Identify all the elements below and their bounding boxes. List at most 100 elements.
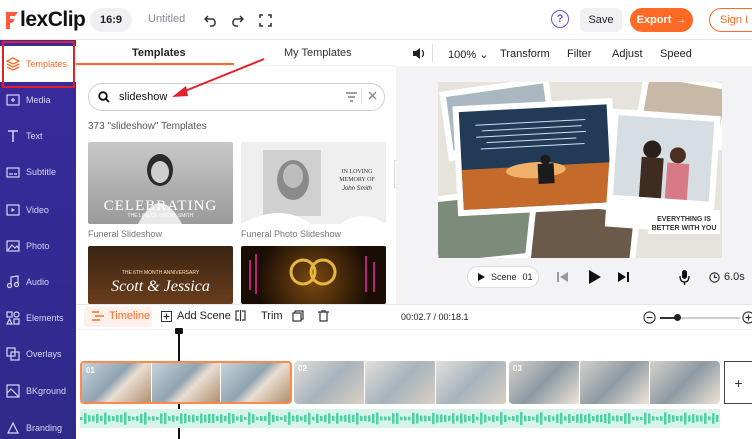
plus-square-icon	[161, 310, 172, 322]
waveform-bar	[616, 415, 619, 422]
sidebar-item-overlays[interactable]: Overlays	[0, 336, 76, 372]
delete-icon[interactable]	[318, 310, 329, 322]
template-card[interactable]	[241, 246, 386, 304]
audio-icon	[6, 275, 20, 289]
scene-clip[interactable]: 02	[294, 361, 507, 404]
speed-button[interactable]: Speed	[660, 48, 692, 60]
trim-button[interactable]: Trim	[261, 310, 283, 322]
sidebar-item-label: Overlays	[26, 349, 62, 359]
waveform-bar	[264, 415, 267, 422]
waveform-bar	[240, 415, 243, 422]
play-pause-icon[interactable]	[589, 270, 601, 287]
template-card[interactable]: IN LOVING MEMORY OF John Smith	[241, 142, 386, 224]
sidebar-item-subtitle[interactable]: Subtitle	[0, 154, 76, 190]
clock-icon	[709, 271, 720, 283]
timeline-label: Timeline	[109, 310, 151, 322]
waveform-bar	[704, 413, 707, 424]
waveform-bar	[140, 413, 143, 424]
video-canvas[interactable]: EVERYTHING IS BETTER WITH YOU	[438, 82, 722, 258]
zoom-out-icon[interactable]	[643, 311, 656, 327]
sidebar-item-audio[interactable]: Audio	[0, 264, 76, 300]
sidebar-item-photo[interactable]: Photo	[0, 228, 76, 264]
sidebar-item-label: Subtitle	[26, 167, 57, 177]
clip-frame: 02	[294, 361, 364, 404]
waveform-bar	[432, 412, 435, 425]
filter-icon[interactable]	[346, 92, 357, 105]
zoom-slider-handle[interactable]	[674, 314, 681, 321]
sidebar-item-video[interactable]: Video	[0, 192, 76, 228]
volume-icon[interactable]	[412, 47, 426, 63]
waveform-bar	[292, 415, 295, 422]
scene-clip[interactable]: 01	[80, 361, 292, 404]
clip-number: 02	[298, 364, 307, 373]
previous-icon[interactable]	[557, 272, 568, 285]
undo-icon[interactable]	[202, 11, 220, 29]
scene-selector[interactable]: Scene 01	[467, 266, 539, 288]
waveform-bar	[192, 414, 195, 423]
waveform-bar	[532, 416, 535, 421]
aspect-ratio-button[interactable]: 16:9	[90, 8, 132, 32]
waveform-bar	[144, 412, 147, 425]
waveform-bar	[348, 414, 351, 423]
filter-button[interactable]: Filter	[567, 48, 591, 60]
waveform-bar	[452, 413, 455, 424]
save-button[interactable]: Save	[580, 8, 622, 32]
waveform-bar	[592, 415, 595, 422]
waveform-bar	[220, 414, 223, 423]
transform-button[interactable]: Transform	[500, 48, 550, 60]
waveform-bar	[316, 413, 319, 424]
scene-clip[interactable]: 03	[509, 361, 720, 404]
sidebar-item-label: Photo	[26, 241, 50, 251]
export-button[interactable]: Export →	[630, 8, 693, 32]
waveform-bar	[288, 412, 291, 425]
playhead-handle[interactable]	[175, 328, 183, 334]
waveform-bar	[392, 413, 395, 424]
next-icon[interactable]	[618, 272, 629, 285]
scene-duration[interactable]: 6.0s	[709, 271, 745, 283]
waveform-bar	[168, 416, 171, 421]
waveform-bar	[680, 415, 683, 422]
add-clip-button[interactable]: +	[724, 361, 752, 404]
timeline-button[interactable]: Timeline	[92, 310, 150, 322]
duplicate-icon[interactable]	[292, 310, 304, 322]
waveform-bar	[492, 414, 495, 423]
waveform-bar	[424, 415, 427, 422]
waveform-bar	[80, 417, 83, 420]
microphone-icon[interactable]	[679, 270, 690, 288]
sidebar-item-elements[interactable]: Elements	[0, 300, 76, 336]
sidebar-item-bkground[interactable]: BKground	[0, 373, 76, 409]
template-card[interactable]: THE 6TH MONTH ANNIVERSARY Scott & Jessic…	[88, 246, 233, 304]
sign-in-button[interactable]: Sign I	[709, 8, 752, 32]
add-scene-button[interactable]: Add Scene	[161, 310, 231, 322]
waveform-bar	[712, 413, 715, 424]
card-overlay-subtitle: John Smith	[341, 186, 372, 192]
waveform-bar	[600, 414, 603, 423]
fullscreen-icon[interactable]	[256, 11, 274, 29]
waveform-bar	[588, 413, 591, 424]
project-name[interactable]: Untitled	[148, 13, 185, 25]
help-icon[interactable]: ?	[551, 10, 569, 28]
card-overlay-title: Scott & Jessica	[111, 278, 210, 295]
zoom-select[interactable]: 100% ⌄	[448, 48, 488, 61]
waveform-bar	[380, 416, 383, 421]
flexclip-logo[interactable]: lexClip	[4, 7, 86, 33]
sidebar-item-text[interactable]: Text	[0, 118, 76, 154]
sidebar-item-branding[interactable]: Branding	[0, 410, 76, 439]
waveform-bar	[308, 412, 311, 425]
waveform-bar	[300, 416, 303, 421]
clear-search-icon[interactable]	[368, 91, 377, 103]
waveform-bar	[652, 416, 655, 421]
waveform-bar	[132, 416, 135, 421]
split-button[interactable]	[235, 310, 246, 321]
audio-track[interactable]	[80, 409, 720, 428]
redo-icon[interactable]	[228, 11, 246, 29]
template-card[interactable]: CELEBRATING THE LIFE OF HARRY SMITH	[88, 142, 233, 224]
waveform-bar	[228, 413, 231, 424]
zoom-in-icon[interactable]	[742, 311, 752, 327]
waveform-bar	[528, 415, 531, 422]
waveform-bar	[340, 415, 343, 422]
adjust-button[interactable]: Adjust	[612, 48, 643, 60]
tab-my-templates[interactable]: My Templates	[284, 47, 352, 59]
waveform-bar	[560, 412, 563, 425]
waveform-bar	[356, 412, 359, 425]
